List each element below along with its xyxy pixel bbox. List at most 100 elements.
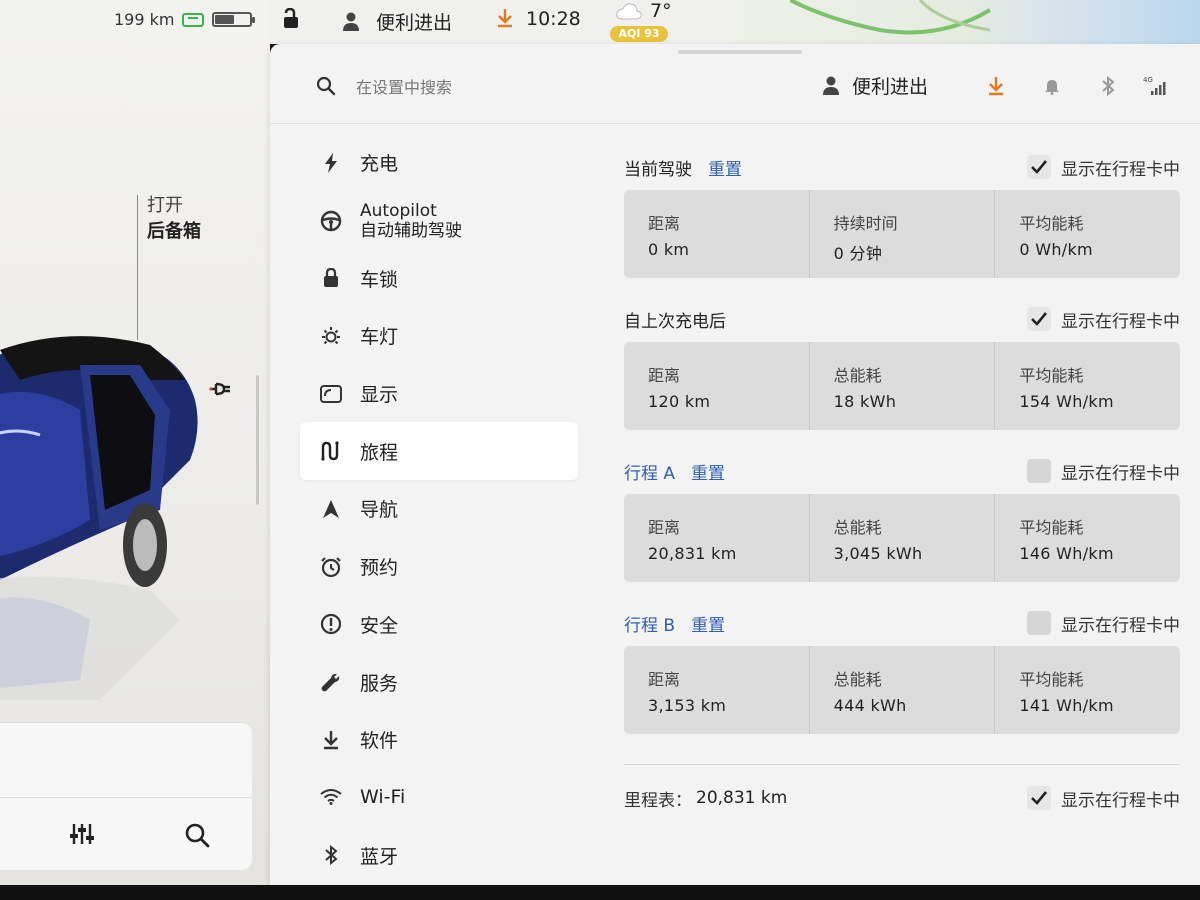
header-profile[interactable]: 便利进出 bbox=[822, 72, 928, 99]
sidebar-item-service[interactable]: 服务 bbox=[300, 653, 578, 711]
notifications-button[interactable] bbox=[1024, 77, 1080, 95]
charge-port-icon[interactable] bbox=[208, 378, 234, 406]
download-button[interactable] bbox=[968, 76, 1024, 96]
checkbox-checked[interactable] bbox=[1027, 307, 1051, 331]
sidebar-item-label: 预约 bbox=[360, 557, 399, 580]
sidebar-item-label: 安全 bbox=[360, 614, 399, 637]
search-icon[interactable] bbox=[184, 822, 210, 852]
car-image bbox=[0, 336, 198, 700]
section-title: 行程 B bbox=[624, 615, 676, 636]
stat-distance: 距离 3,153 km bbox=[624, 646, 810, 734]
aqi-badge: AQI 93 bbox=[610, 26, 668, 42]
settings-search-input[interactable] bbox=[356, 72, 656, 102]
reset-button[interactable]: 重置 bbox=[708, 155, 742, 180]
lock-icon bbox=[320, 268, 342, 288]
bolt-icon bbox=[320, 152, 342, 173]
settings-header: 便利进出 4G bbox=[270, 54, 1200, 124]
checkmark-icon bbox=[1031, 160, 1047, 174]
driver-profile[interactable]: 便利进出 bbox=[342, 8, 452, 35]
trip-icon bbox=[320, 441, 342, 461]
checkbox-label: 显示在行程卡中 bbox=[1061, 790, 1180, 811]
show-in-trip-card-toggle[interactable]: 显示在行程卡中 bbox=[1027, 611, 1180, 636]
search-icon bbox=[316, 76, 336, 100]
navigation-icon bbox=[320, 499, 342, 518]
bluetooth-button[interactable] bbox=[1080, 75, 1136, 96]
clock-time: 10:28 bbox=[526, 8, 581, 30]
bell-icon bbox=[1045, 79, 1059, 95]
odometer-label: 里程表： bbox=[624, 790, 692, 811]
stats-card: 距离 3,153 km 总能耗 444 kWh 平均能耗 141 Wh/km bbox=[624, 646, 1180, 734]
sidebar-item-label: 软件 bbox=[360, 730, 399, 753]
lock-status[interactable] bbox=[282, 8, 302, 30]
bluetooth-icon bbox=[1102, 75, 1115, 96]
download-status[interactable] bbox=[496, 8, 514, 28]
show-in-trip-card-toggle[interactable]: 显示在行程卡中 bbox=[1027, 155, 1180, 180]
open-trunk-button[interactable]: 打开 后备箱 bbox=[147, 193, 201, 245]
sidebar-item-safety[interactable]: 安全 bbox=[300, 596, 578, 654]
trunk-divider bbox=[137, 195, 138, 340]
status-bar: 便利进出 10:28 7° AQI 93 bbox=[270, 0, 1200, 44]
checkbox-unchecked[interactable] bbox=[1027, 459, 1051, 483]
settings-sidebar: 充电 Autopilot 自动辅助驾驶 车锁 车灯 显示 旅程 导航 预约 安全… bbox=[300, 134, 578, 884]
bluetooth-icon bbox=[320, 845, 342, 866]
sidebar-item-lights[interactable]: 车灯 bbox=[300, 307, 578, 365]
range-indicator: 199 km bbox=[114, 10, 256, 29]
sidebar-item-schedule[interactable]: 预约 bbox=[300, 538, 578, 596]
checkbox-label: 显示在行程卡中 bbox=[1061, 615, 1180, 636]
sidebar-item-software[interactable]: 软件 bbox=[300, 711, 578, 769]
alert-icon bbox=[320, 613, 342, 635]
stats-card: 距离 120 km 总能耗 18 kWh 平均能耗 154 Wh/km bbox=[624, 342, 1180, 430]
sidebar-item-sublabel: 自动辅助驾驶 bbox=[360, 220, 462, 241]
lock-open-icon bbox=[284, 8, 298, 28]
sidebar-item-label: 充电 bbox=[360, 153, 399, 176]
show-in-trip-card-toggle[interactable]: 显示在行程卡中 bbox=[1027, 459, 1180, 484]
show-in-trip-card-toggle[interactable]: 显示在行程卡中 bbox=[1027, 307, 1180, 332]
section-current-drive: 当前驾驶 重置 显示在行程卡中 距离 0 km 持续时间 0 分钟 平均能耗 0 Wh… bbox=[624, 152, 1180, 278]
stat-total-energy: 总能耗 3,045 kWh bbox=[810, 494, 996, 582]
checkbox-checked[interactable] bbox=[1027, 155, 1051, 179]
section-title: 自上次充电后 bbox=[624, 311, 726, 332]
sidebar-item-autopilot[interactable]: Autopilot 自动辅助驾驶 bbox=[300, 192, 578, 250]
download-icon bbox=[498, 9, 512, 28]
section-trip-a: 行程 A 重置 显示在行程卡中 距离 20,831 km 总能耗 3,045 kWh… bbox=[624, 456, 1180, 582]
sidebar-item-label: 蓝牙 bbox=[360, 845, 399, 868]
signal-4g-icon: 4G bbox=[1143, 76, 1166, 95]
battery-fill bbox=[215, 15, 235, 24]
reset-button[interactable]: 重置 bbox=[691, 611, 725, 636]
clock: 10:28 bbox=[526, 8, 581, 30]
sidebar-item-label: Wi-Fi bbox=[360, 786, 406, 809]
sidebar-item-label: 车锁 bbox=[360, 268, 399, 291]
checkbox-unchecked[interactable] bbox=[1027, 611, 1051, 635]
steering-wheel-icon bbox=[320, 210, 342, 232]
alarm-icon bbox=[320, 556, 342, 578]
person-icon bbox=[343, 12, 359, 31]
checkbox-label: 显示在行程卡中 bbox=[1061, 159, 1180, 180]
sidebar-item-bluetooth[interactable]: 蓝牙 bbox=[300, 826, 578, 884]
sidebar-item-wifi[interactable]: Wi-Fi bbox=[300, 769, 578, 827]
sidebar-item-trips[interactable]: 旅程 bbox=[300, 422, 578, 481]
sidebar-item-locks[interactable]: 车锁 bbox=[300, 249, 578, 307]
stat-total-energy: 总能耗 18 kWh bbox=[810, 342, 996, 430]
settings-panel: 便利进出 4G 充电 bbox=[270, 44, 1200, 885]
sidebar-item-navigation[interactable]: 导航 bbox=[300, 480, 578, 538]
sidebar-item-display[interactable]: 显示 bbox=[300, 365, 578, 423]
stat-avg-energy: 平均能耗 0 Wh/km bbox=[1019, 214, 1093, 259]
charging-icon bbox=[182, 12, 205, 27]
show-in-trip-card-toggle[interactable]: 显示在行程卡中 bbox=[1027, 786, 1180, 811]
trips-content: 当前驾驶 重置 显示在行程卡中 距离 0 km 持续时间 0 分钟 平均能耗 0 Wh… bbox=[624, 152, 1180, 813]
stats-card: 距离 0 km 持续时间 0 分钟 平均能耗 0 Wh/km bbox=[624, 190, 1180, 278]
map-road bbox=[790, 0, 992, 35]
weather: 7° bbox=[616, 0, 672, 22]
odometer-divider bbox=[624, 764, 1180, 765]
reset-button[interactable]: 重置 bbox=[691, 459, 725, 484]
status-profile-name: 便利进出 bbox=[376, 12, 453, 34]
checkbox-checked[interactable] bbox=[1027, 786, 1051, 810]
range-value: 199 km bbox=[114, 10, 175, 29]
sidebar-item-label: 旅程 bbox=[360, 441, 399, 464]
quick-controls-card bbox=[0, 722, 252, 870]
sidebar-item-charging[interactable]: 充电 bbox=[300, 134, 578, 192]
controls-icon[interactable] bbox=[68, 820, 96, 852]
checkmark-icon bbox=[1031, 791, 1047, 805]
header-actions: 便利进出 4G bbox=[822, 72, 1176, 99]
odometer-row: 里程表： 20,831 km 显示在行程卡中 bbox=[624, 783, 1180, 813]
